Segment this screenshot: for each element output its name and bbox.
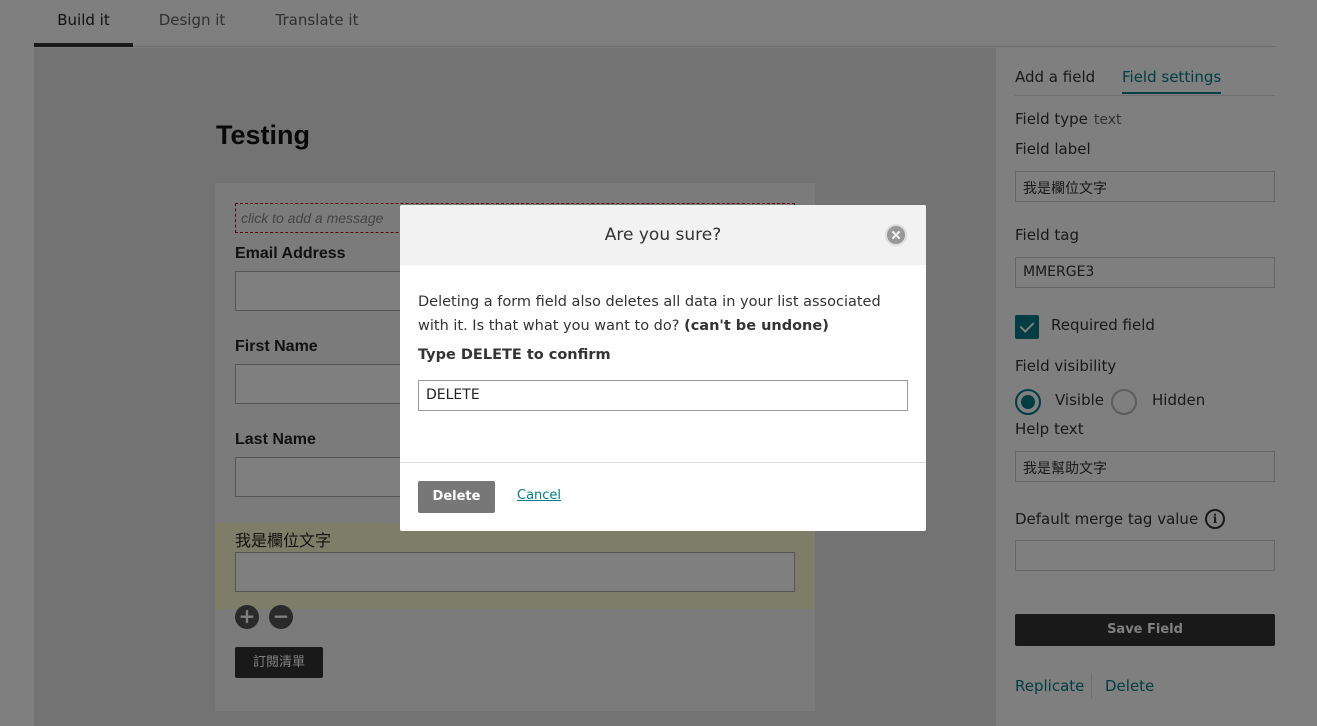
cancel-link[interactable]: Cancel: [517, 488, 561, 503]
close-icon[interactable]: [885, 224, 907, 246]
confirm-delete-input[interactable]: DELETE: [418, 380, 908, 411]
delete-button[interactable]: Delete: [418, 481, 495, 513]
confirm-label: Type DELETE to confirm: [418, 347, 611, 363]
modal-message-warning: (can't be undone): [684, 318, 829, 334]
modal-header: Are you sure?: [400, 205, 926, 265]
confirm-delete-modal: Are you sure? Deleting a form field also…: [400, 205, 926, 531]
modal-message: Deleting a form field also deletes all d…: [418, 290, 912, 338]
modal-divider: [400, 462, 926, 463]
modal-title: Are you sure?: [604, 225, 722, 245]
